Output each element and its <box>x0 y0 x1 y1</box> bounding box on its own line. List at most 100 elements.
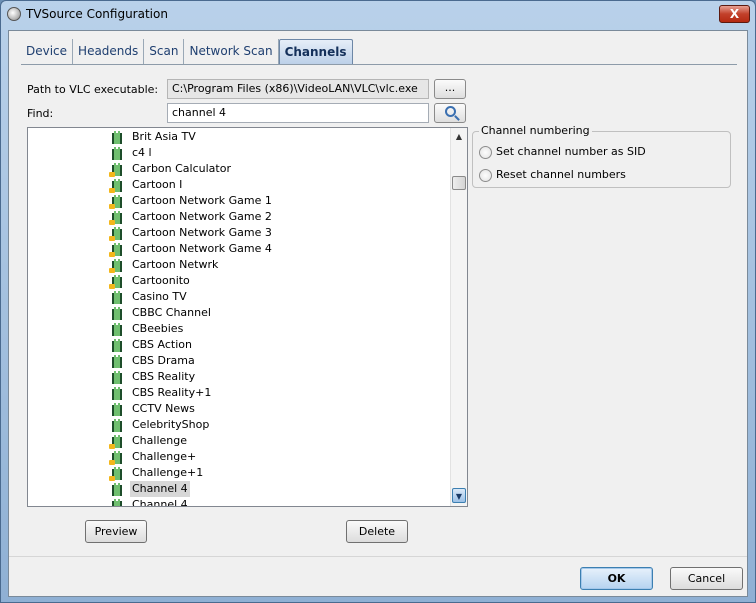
channel-name: Cartoonito <box>132 274 190 287</box>
close-button[interactable]: X <box>719 5 750 23</box>
channel-name: CCTV News <box>132 402 195 415</box>
radio-icon[interactable] <box>479 168 492 182</box>
channel-numbering-group: Channel numbering Set channel number as … <box>472 124 731 188</box>
channel-row[interactable]: Brit Asia TV <box>28 129 450 145</box>
film-favorite-icon <box>109 243 122 257</box>
channel-row[interactable]: CBS Action <box>28 337 450 353</box>
film-icon <box>112 371 122 384</box>
channel-row[interactable]: Cartoon Network Game 1 <box>28 193 450 209</box>
channel-row[interactable]: CBS Drama <box>28 353 450 369</box>
scroll-down-icon[interactable]: ▼ <box>452 488 466 503</box>
channel-name: CBS Action <box>132 338 192 351</box>
radio-icon[interactable] <box>479 145 492 159</box>
channel-row[interactable]: Cartoon I <box>28 177 450 193</box>
channel-name: CelebrityShop <box>132 418 210 431</box>
path-label: Path to VLC executable: <box>27 83 159 96</box>
film-icon <box>112 483 122 496</box>
channel-row[interactable]: Channel 4 <box>28 497 450 506</box>
channel-name: Cartoon Network Game 4 <box>132 242 272 255</box>
tab-device[interactable]: Device <box>21 39 74 64</box>
channel-list-scrollbar[interactable]: ▲ ▼ <box>450 128 467 506</box>
radio-set-sid[interactable]: Set channel number as SID <box>479 145 646 159</box>
film-favorite-icon <box>109 211 122 225</box>
footer-divider <box>9 556 747 557</box>
channel-row[interactable]: Cartoonito <box>28 273 450 289</box>
tab-channels[interactable]: Channels <box>278 39 353 64</box>
film-favorite-icon <box>109 451 122 465</box>
tab-network-scan[interactable]: Network Scan <box>184 39 279 64</box>
film-icon <box>112 131 122 144</box>
film-icon <box>112 499 122 506</box>
scroll-thumb[interactable] <box>452 176 466 190</box>
channel-list-items: Brit Asia TV c4 l Carbon Calculator Cartoon… <box>28 128 450 506</box>
channel-row[interactable]: CBS Reality <box>28 369 450 385</box>
film-icon <box>112 291 122 304</box>
channel-row[interactable]: CelebrityShop <box>28 417 450 433</box>
channel-row[interactable]: CCTV News <box>28 401 450 417</box>
tab-headends[interactable]: Headends <box>73 39 145 64</box>
delete-button[interactable]: Delete <box>346 520 408 543</box>
channel-row[interactable]: Cartoon Netwrk <box>28 257 450 273</box>
ok-button[interactable]: OK <box>580 567 653 590</box>
channel-name: Channel 4 <box>130 481 190 497</box>
channel-name: CBS Drama <box>132 354 195 367</box>
search-icon <box>444 106 456 117</box>
find-input[interactable]: channel 4 <box>167 103 429 123</box>
channel-row[interactable]: Channel 4 <box>28 481 450 497</box>
vlc-path-field[interactable]: C:\Program Files (x86)\VideoLAN\VLC\vlc.… <box>167 79 429 99</box>
channel-row[interactable]: CBS Reality+1 <box>28 385 450 401</box>
channel-name: CBeebies <box>132 322 184 335</box>
film-favorite-icon <box>109 179 122 193</box>
channel-row[interactable]: Cartoon Network Game 2 <box>28 209 450 225</box>
channel-row[interactable]: Carbon Calculator <box>28 161 450 177</box>
channel-name: Cartoon I <box>132 178 183 191</box>
app-icon <box>7 7 21 21</box>
tab-bar: Device Headends Scan Network Scan Channe… <box>21 39 737 65</box>
channel-row[interactable]: c4 l <box>28 145 450 161</box>
film-icon <box>112 355 122 368</box>
channel-row[interactable]: Cartoon Network Game 4 <box>28 241 450 257</box>
title-bar[interactable]: TVSource Configuration X <box>1 1 755 29</box>
radio-reset-numbers[interactable]: Reset channel numbers <box>479 168 626 182</box>
channel-row[interactable]: Cartoon Network Game 3 <box>28 225 450 241</box>
film-icon <box>112 323 122 336</box>
channel-row[interactable]: Challenge+ <box>28 449 450 465</box>
film-favorite-icon <box>109 163 122 177</box>
film-favorite-icon <box>109 435 122 449</box>
config-window: TVSource Configuration X Device Headends… <box>0 0 756 603</box>
channel-name: Cartoon Network Game 3 <box>132 226 272 239</box>
channel-list[interactable]: Brit Asia TV c4 l Carbon Calculator Cartoon… <box>27 127 468 507</box>
film-icon <box>112 387 122 400</box>
channel-name: CBBC Channel <box>132 306 211 319</box>
channel-name: Carbon Calculator <box>132 162 231 175</box>
tab-scan[interactable]: Scan <box>144 39 185 64</box>
channel-numbering-legend: Channel numbering <box>479 124 592 137</box>
film-icon <box>112 403 122 416</box>
scroll-up-icon[interactable]: ▲ <box>452 129 466 144</box>
window-title: TVSource Configuration <box>26 7 168 21</box>
cancel-button[interactable]: Cancel <box>670 567 743 590</box>
channel-row[interactable]: Challenge <box>28 433 450 449</box>
preview-button[interactable]: Preview <box>85 520 147 543</box>
film-favorite-icon <box>109 467 122 481</box>
channel-name: Cartoon Netwrk <box>132 258 219 271</box>
film-favorite-icon <box>109 227 122 241</box>
channel-row[interactable]: Casino TV <box>28 289 450 305</box>
channel-name: Cartoon Network Game 1 <box>132 194 272 207</box>
search-button[interactable] <box>434 103 466 123</box>
dialog-body: Device Headends Scan Network Scan Channe… <box>8 30 748 597</box>
film-icon <box>112 419 122 432</box>
browse-button[interactable]: ... <box>434 79 466 99</box>
film-favorite-icon <box>109 275 122 289</box>
channel-name: c4 l <box>132 146 152 159</box>
film-icon <box>112 339 122 352</box>
channel-name: Cartoon Network Game 2 <box>132 210 272 223</box>
radio-reset-label: Reset channel numbers <box>496 168 626 181</box>
channel-name: Brit Asia TV <box>132 130 196 143</box>
radio-set-sid-label: Set channel number as SID <box>496 145 646 158</box>
channel-name: Channel 4 <box>132 498 188 506</box>
channel-row[interactable]: CBeebies <box>28 321 450 337</box>
channel-row[interactable]: Challenge+1 <box>28 465 450 481</box>
channel-row[interactable]: CBBC Channel <box>28 305 450 321</box>
channel-name: Challenge+ <box>132 450 197 463</box>
